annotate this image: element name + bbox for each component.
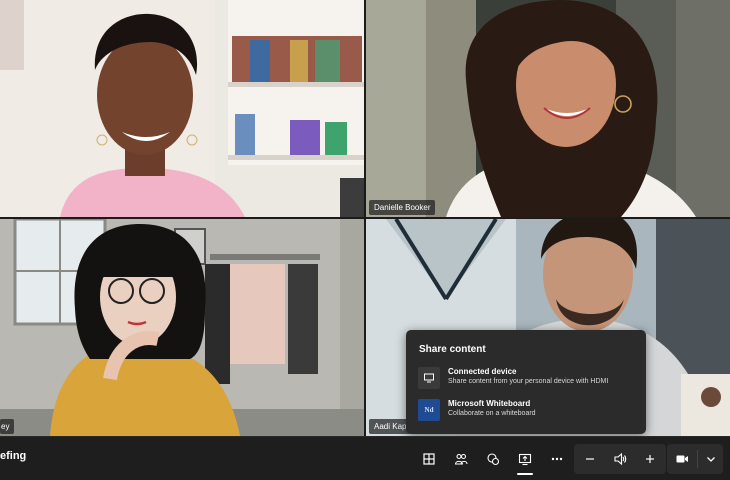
monitor-icon [418,367,440,389]
reactions-button[interactable] [481,447,505,471]
volume-down-icon [586,458,594,460]
divider [697,450,698,468]
participant-name-tag: ey [0,419,15,434]
camera-control [667,444,723,474]
share-option-subtitle: Share content from your personal device … [448,378,609,385]
share-panel-title: Share content [419,344,486,355]
camera-icon [676,455,688,463]
speaker-button[interactable] [608,447,632,471]
people-button[interactable] [449,447,473,471]
video-tile-participant-2[interactable]: Danielle Booker [366,0,730,217]
chevron-down-icon [707,457,715,462]
layout-button[interactable] [417,447,441,471]
share-option-microsoft-whiteboard[interactable]: Nd Microsoft Whiteboard Collaborate on a… [418,398,638,424]
volume-control [574,444,666,474]
participant-3-video [0,219,364,436]
speaker-icon [614,452,627,466]
participant-2-video [366,0,730,217]
participant-1-video [0,0,364,217]
share-option-subtitle: Collaborate on a whiteboard [448,410,536,417]
participant-name-tag: Danielle Booker [369,200,436,215]
share-content-panel: Share content Connected device Share con… [406,330,646,434]
whiteboard-icon: Nd [418,399,440,421]
volume-up-icon [646,455,654,463]
video-tile-participant-3[interactable]: ey [0,219,364,436]
volume-down-button[interactable] [578,447,602,471]
camera-options-button[interactable] [699,447,723,471]
more-icon [551,457,563,461]
meeting-control-bar: efing [0,436,730,480]
share-icon [518,453,532,466]
share-option-title: Microsoft Whiteboard [448,399,531,408]
reactions-icon [487,453,500,466]
share-option-connected-device[interactable]: Connected device Share content from your… [418,366,638,392]
meeting-title: efing [0,450,27,462]
more-button[interactable] [545,447,569,471]
share-button[interactable] [513,447,537,475]
layout-icon [423,453,435,465]
meeting-stage: Danielle Booker ey Aadi Kap Share conten… [0,0,730,480]
volume-up-button[interactable] [638,447,662,471]
camera-button[interactable] [670,447,694,471]
share-option-title: Connected device [448,367,517,376]
video-tile-participant-1[interactable] [0,0,364,217]
people-icon [454,453,468,465]
